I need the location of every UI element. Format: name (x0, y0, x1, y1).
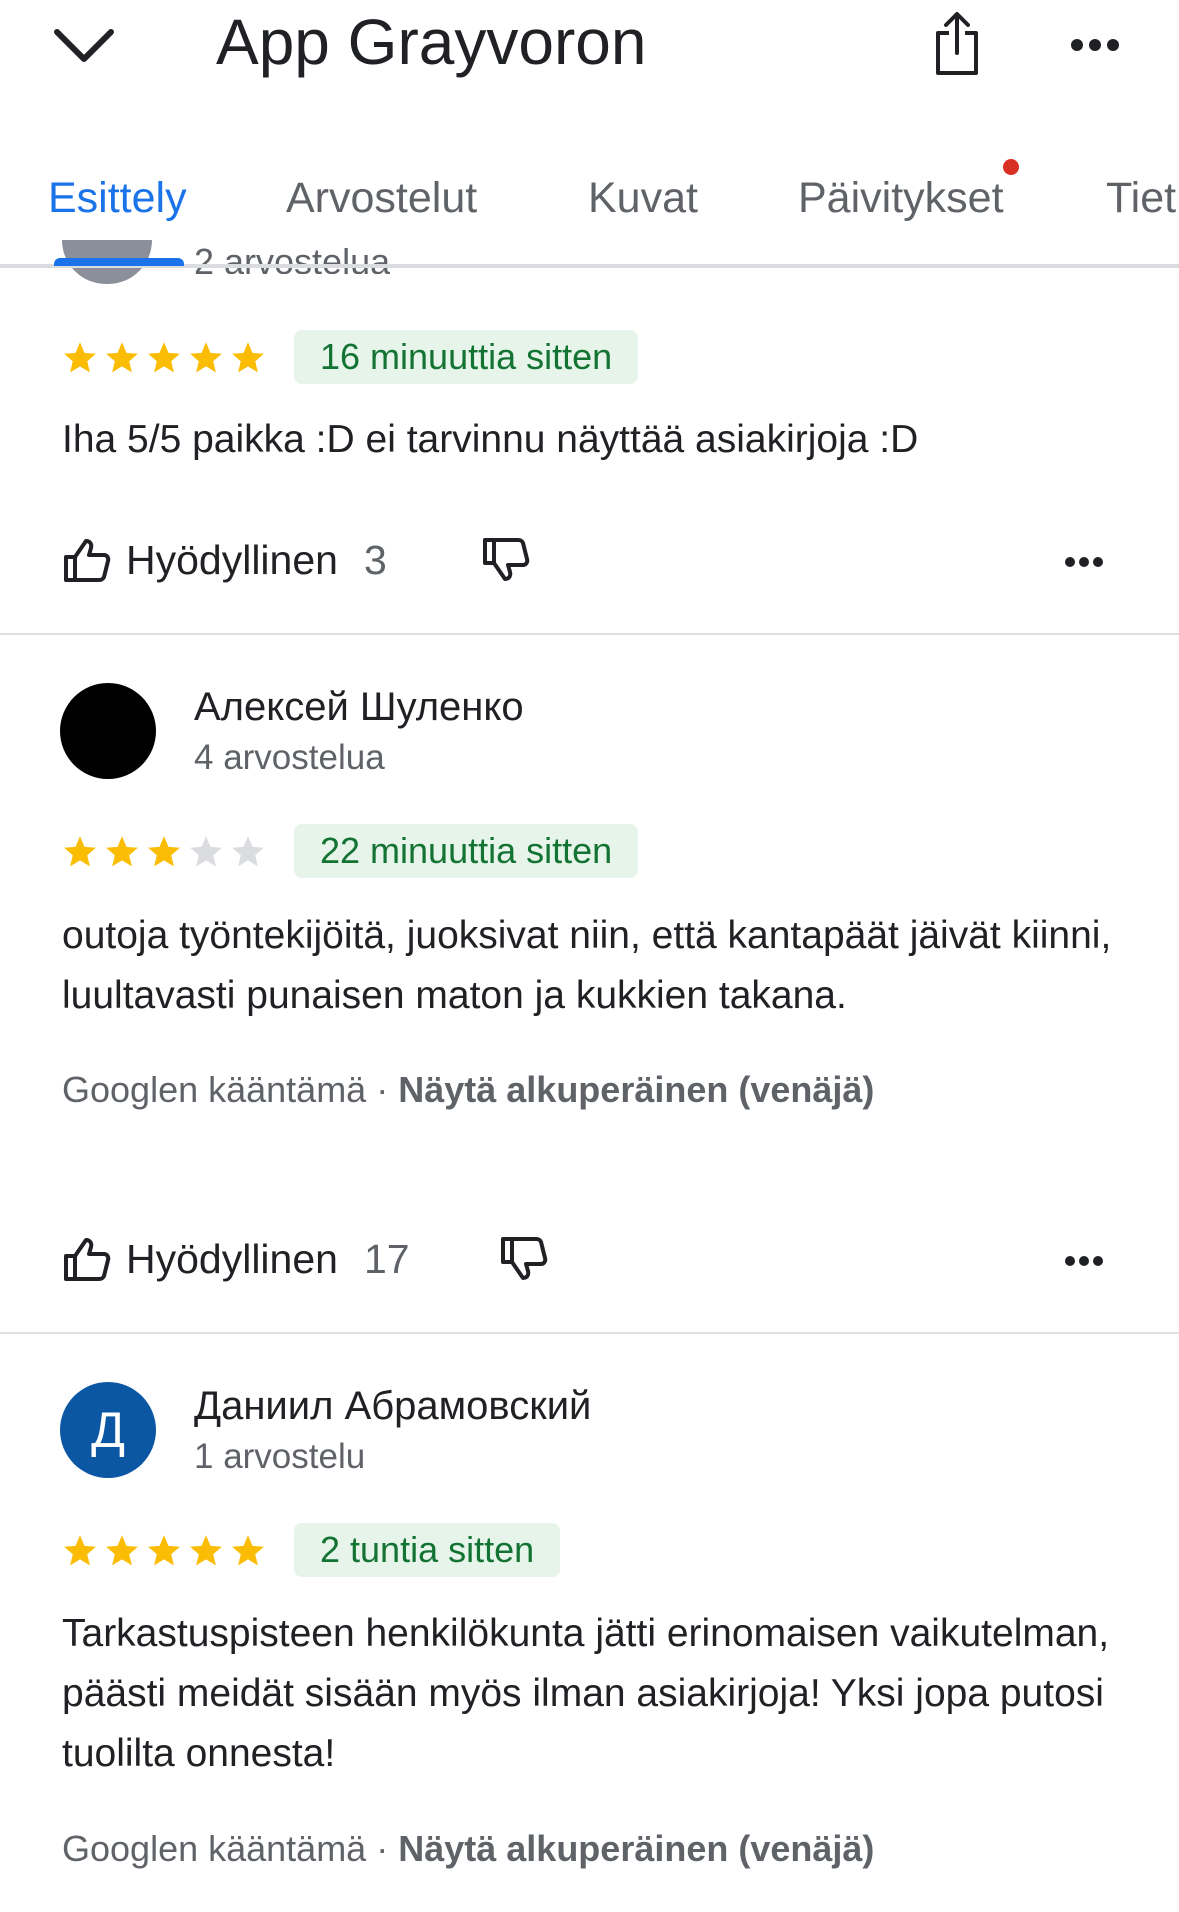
helpful-count: 3 (363, 537, 387, 583)
star-empty-icon (190, 836, 222, 867)
helpful-count: 17 (363, 1236, 410, 1282)
more-horizontal-icon (1065, 1256, 1103, 1266)
show-original-link[interactable]: Näytä alkuperäinen (venäjä) (398, 1828, 874, 1869)
helpful-button[interactable]: Hyödyllinen 3 (62, 535, 387, 585)
more-horizontal-icon (1071, 39, 1119, 51)
star-filled-icon (106, 1535, 138, 1566)
thumbs-up-icon (64, 539, 111, 582)
chevron-down-icon (54, 29, 114, 62)
more-horizontal-icon (1065, 557, 1103, 567)
thumbs-down-icon (501, 1237, 548, 1280)
star-filled-icon (64, 836, 96, 867)
reviewer-review-count: 4 arvostelua (194, 738, 385, 777)
review-text: Iha 5/5 paikka :D ei tarvinnu näyttää as… (62, 418, 919, 461)
avatar-initial: Д (91, 1402, 125, 1458)
share-icon (936, 12, 978, 75)
star-empty-icon (232, 836, 264, 867)
reviewer-name[interactable]: Алексей Шуленко (194, 682, 524, 732)
star-filled-icon (148, 836, 180, 867)
separator: · (366, 1828, 399, 1869)
separator: · (366, 1069, 399, 1110)
active-tab-indicator (54, 258, 184, 266)
review-divider (0, 1332, 1179, 1334)
translation-note: Googlen kääntämä · Näytä alkuperäinen (v… (62, 1827, 874, 1871)
place-title: App Grayvoron (216, 6, 647, 78)
star-filled-icon (232, 1535, 264, 1566)
translation-note: Googlen kääntämä · Näytä alkuperäinen (v… (62, 1068, 874, 1112)
show-original-link[interactable]: Näytä alkuperäinen (venäjä) (398, 1069, 874, 1110)
avatar[interactable] (60, 683, 156, 779)
helpful-label: Hyödyllinen (126, 537, 338, 583)
helpful-button[interactable]: Hyödyllinen 17 (62, 1234, 410, 1284)
top-app-bar: App Grayvoron (0, 0, 1179, 130)
review-actions: Hyödyllinen 3 (62, 535, 387, 585)
avatar[interactable]: Д (60, 1382, 156, 1478)
tab-arvostelut[interactable]: Arvostelut (286, 168, 477, 228)
translated-by-label: Googlen kääntämä (62, 1828, 367, 1869)
star-filled-icon (148, 342, 180, 373)
review-more-button[interactable] (1056, 1241, 1112, 1281)
star-filled-icon (148, 1535, 180, 1566)
star-filled-icon (64, 1535, 96, 1566)
back-button[interactable] (48, 10, 120, 82)
share-button[interactable] (922, 4, 992, 84)
tab-kuvat[interactable]: Kuvat (588, 168, 698, 228)
star-filled-icon (106, 836, 138, 867)
translated-by-label: Googlen kääntämä (62, 1069, 367, 1110)
review-text: outoja työntekijöitä, juoksivat niin, et… (62, 914, 1112, 1017)
star-rating (62, 1533, 266, 1569)
not-helpful-button[interactable] (496, 1231, 552, 1287)
thumbs-up-icon (64, 1238, 111, 1281)
helpful-label: Hyödyllinen (126, 1236, 338, 1282)
notification-dot (1003, 159, 1019, 175)
star-filled-icon (190, 342, 222, 373)
reviewer-review-count: 2 arvostelua (194, 244, 391, 274)
review-text: Tarkastuspisteen henkilökunta jätti erin… (62, 1612, 1110, 1775)
review-time-chip: 2 tuntia sitten (294, 1523, 561, 1577)
star-filled-icon (64, 342, 96, 373)
reviewer-review-count: 1 arvostelu (194, 1437, 366, 1476)
review-actions: Hyödyllinen 17 (62, 1234, 410, 1284)
star-filled-icon (232, 342, 264, 373)
reviewer-name[interactable]: Даниил Абрамовский (194, 1381, 591, 1431)
review-divider (0, 633, 1179, 635)
star-filled-icon (190, 1535, 222, 1566)
star-filled-icon (106, 342, 138, 373)
review-more-button[interactable] (1056, 542, 1112, 582)
not-helpful-button[interactable] (478, 532, 534, 588)
review-time-chip: 22 minuuttia sitten (294, 824, 639, 878)
star-rating (62, 834, 266, 870)
tab-paivitykset[interactable]: Päivitykset (798, 168, 1004, 228)
tab-esittely[interactable]: Esittely (48, 168, 187, 228)
tab-tiet[interactable]: Tiet (1106, 168, 1176, 228)
review-time-chip: 16 minuuttia sitten (294, 330, 639, 384)
thumbs-down-icon (483, 538, 530, 581)
star-rating (62, 340, 266, 376)
more-options-button[interactable] (1060, 10, 1130, 80)
